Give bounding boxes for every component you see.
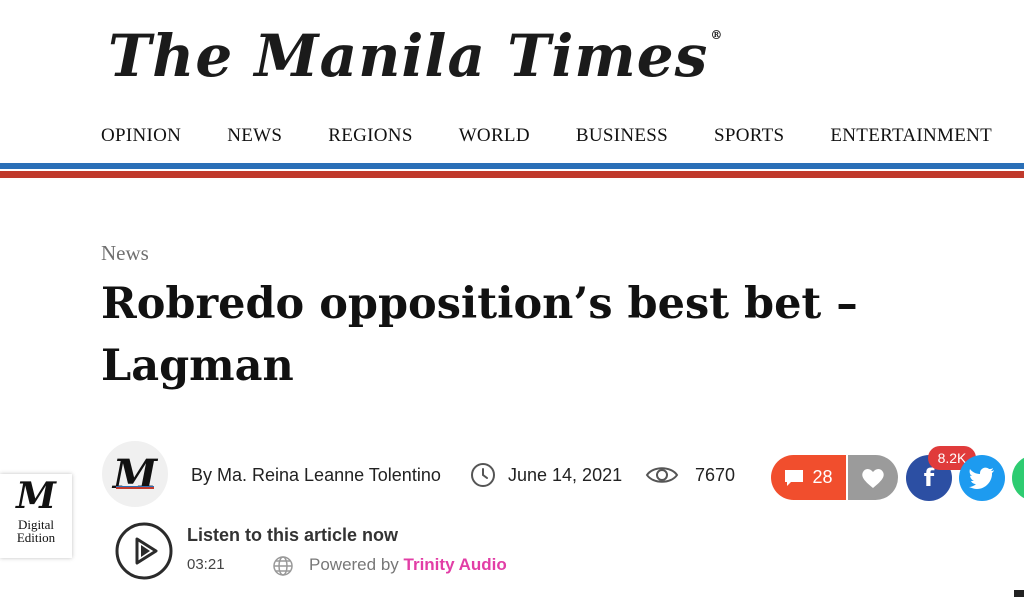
comments-count: 28	[812, 467, 833, 487]
main-nav: OPINION NEWS REGIONS WORLD BUSINESS SPOR…	[101, 125, 992, 147]
registered-mark: ®	[710, 28, 724, 42]
digital-edition-logo: M	[16, 475, 56, 517]
article-date: June 14, 2021	[508, 465, 623, 485]
comments-button[interactable]: 28	[771, 455, 846, 500]
like-button[interactable]	[848, 455, 898, 500]
author-avatar-letter: M	[112, 450, 158, 498]
powered-by-label: Powered by	[309, 555, 399, 574]
site-logo[interactable]: The Manila Times ®	[108, 22, 723, 90]
scroll-indicator	[1014, 590, 1024, 597]
nav-item-news[interactable]: NEWS	[227, 125, 282, 147]
site-logo-text: The Manila Times	[108, 22, 709, 90]
nav-item-sports[interactable]: SPORTS	[714, 125, 784, 147]
whatsapp-share-button[interactable]	[1012, 455, 1024, 501]
nav-item-world[interactable]: WORLD	[459, 125, 530, 147]
twitter-icon	[969, 467, 994, 489]
article-category[interactable]: News	[101, 241, 149, 266]
nav-item-regions[interactable]: REGIONS	[328, 125, 412, 147]
article-headline: Robredo opposition’s best bet – Lagman	[101, 279, 858, 391]
view-count: 7670	[695, 465, 736, 485]
nav-divider-blue	[0, 163, 1024, 169]
powered-by: Powered by Trinity Audio	[309, 555, 507, 575]
nav-item-business[interactable]: BUSINESS	[576, 125, 668, 147]
nav-item-opinion[interactable]: OPINION	[101, 125, 181, 147]
twitter-share-button[interactable]	[959, 455, 1005, 501]
globe-icon	[273, 556, 293, 576]
facebook-icon: f	[923, 464, 935, 492]
nav-item-entertainment[interactable]: ENTERTAINMENT	[830, 125, 992, 147]
audio-title: Listen to this article now	[187, 525, 399, 545]
play-icon[interactable]	[115, 522, 173, 580]
eye-icon	[645, 467, 679, 483]
trinity-audio-link[interactable]: Trinity Audio	[404, 555, 507, 574]
avatar-stripe	[116, 486, 154, 489]
author-avatar[interactable]: M	[102, 441, 168, 507]
digital-edition-badge[interactable]: M Digital Edition	[0, 474, 72, 558]
nav-divider-red	[0, 171, 1024, 178]
audio-duration: 03:21	[187, 556, 225, 573]
clock-icon	[471, 463, 495, 487]
article-byline[interactable]: By Ma. Reina Leanne Tolentino	[191, 465, 441, 486]
heart-icon	[862, 468, 884, 488]
digital-edition-line2: Edition	[16, 530, 56, 545]
comment-icon	[785, 469, 804, 486]
